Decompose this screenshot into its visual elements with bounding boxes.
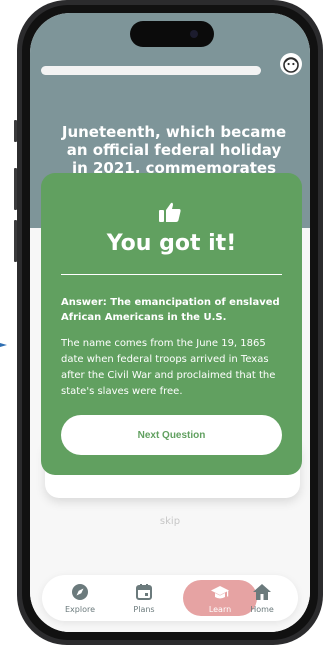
nav-label-home: Home bbox=[250, 605, 274, 614]
nav-label-plans: Plans bbox=[133, 605, 155, 614]
explanation-text: The name comes from the June 19, 1865 da… bbox=[61, 338, 276, 397]
next-question-button[interactable]: Next Question bbox=[61, 415, 282, 455]
graduation-cap-icon bbox=[211, 586, 229, 599]
left-arrow-indicator bbox=[0, 343, 7, 347]
answer-text: Answer: The emancipation of enslaved Afr… bbox=[61, 297, 280, 323]
progress-bar bbox=[41, 66, 261, 75]
app-screen: Juneteenth, which became an official fed… bbox=[30, 13, 310, 632]
thumbs-up-icon bbox=[159, 202, 181, 222]
camera-dot bbox=[190, 30, 198, 38]
avatar-face-icon[interactable] bbox=[280, 53, 302, 75]
result-divider bbox=[61, 274, 282, 275]
result-headline: You got it! bbox=[106, 231, 237, 256]
phone-frame: Juneteenth, which became an official fed… bbox=[17, 0, 323, 645]
home-icon bbox=[253, 584, 271, 600]
nav-label-explore: Explore bbox=[64, 605, 96, 614]
bottom-nav: Explore Plans Learn Home bbox=[42, 575, 298, 621]
dynamic-island bbox=[130, 21, 214, 47]
nav-item-explore[interactable]: Explore bbox=[50, 575, 110, 621]
nav-item-plans[interactable]: Plans bbox=[114, 575, 174, 621]
calendar-icon bbox=[136, 584, 152, 600]
skip-link[interactable]: skip bbox=[30, 516, 310, 527]
result-card: You got it! Answer: The emancipation of … bbox=[41, 173, 302, 475]
nav-item-home[interactable]: Home bbox=[232, 575, 292, 621]
compass-icon bbox=[72, 584, 88, 600]
